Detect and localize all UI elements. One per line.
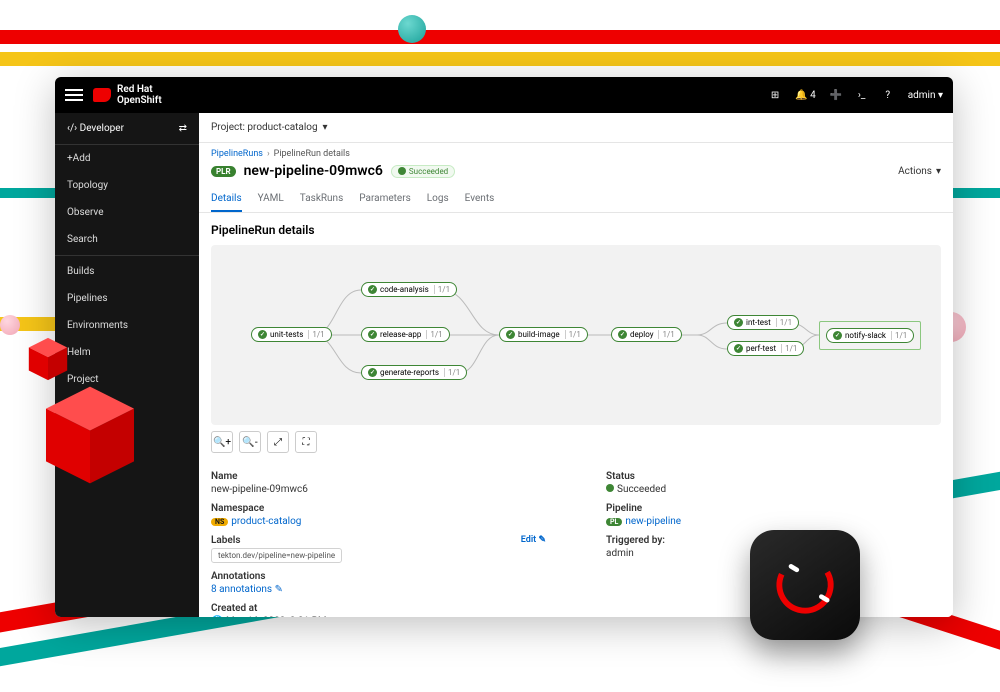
section-title: PipelineRun details — [211, 223, 941, 237]
notifications-button[interactable]: 🔔 4 — [795, 90, 816, 101]
task-node-build-image[interactable]: ✓build-image1/1 — [499, 327, 588, 342]
tab-parameters[interactable]: Parameters — [359, 187, 411, 212]
namespace-link[interactable]: product-catalog — [231, 516, 301, 527]
task-node-code-analysis[interactable]: ✓code-analysis1/1 — [361, 282, 457, 297]
labels-label: LabelsEdit ✎ — [211, 535, 546, 546]
pipeline-label: Pipeline — [606, 503, 941, 514]
perspective-switcher[interactable]: ‹/› Developer⇄ — [55, 113, 199, 145]
tab-details[interactable]: Details — [211, 187, 242, 212]
brand-line2: OpenShift — [117, 95, 162, 106]
breadcrumb: PipelineRuns›PipelineRun details — [199, 143, 953, 159]
status-pill: Succeeded — [391, 165, 455, 178]
terminal-icon[interactable]: ›_ — [856, 89, 868, 101]
zoom-out-button[interactable]: 🔍- — [239, 431, 261, 453]
globe-icon: 🌐 — [211, 616, 223, 617]
task-node-unit-tests[interactable]: ✓unit-tests1/1 — [251, 327, 332, 342]
task-node-perf-test[interactable]: ✓perf-test1/1 — [727, 341, 804, 356]
pipeline-graph[interactable]: ✓unit-tests1/1 ✓code-analysis1/1 ✓releas… — [211, 245, 941, 425]
task-node-release-app[interactable]: ✓release-app1/1 — [361, 327, 450, 342]
brand-logo: Red HatOpenShift — [93, 84, 162, 106]
help-icon[interactable]: ? — [882, 89, 894, 101]
finally-group: ✓notify-slack1/1 — [819, 321, 921, 350]
labels-edit[interactable]: Edit ✎ — [521, 535, 546, 545]
pipeline-link[interactable]: new-pipeline — [625, 516, 681, 527]
name-label: Name — [211, 471, 546, 482]
brand-line1: Red Hat — [117, 84, 162, 95]
ns-badge: NS — [211, 518, 228, 526]
sidebar-item-pipelines[interactable]: Pipelines — [55, 285, 199, 312]
annotations-edit-icon[interactable]: ✎ — [275, 584, 283, 595]
user-menu[interactable]: admin ▾ — [908, 90, 943, 101]
createdat-label: Created at — [211, 603, 546, 614]
sidebar-item-builds[interactable]: Builds — [55, 258, 199, 285]
sidebar: ‹/› Developer⇄ +Add Topology Observe Sea… — [55, 113, 199, 617]
tab-taskruns[interactable]: TaskRuns — [300, 187, 343, 212]
zoom-toolbar: 🔍+ 🔍- ⤢ ⛶ — [211, 431, 941, 453]
pl-badge: PL — [606, 518, 622, 526]
add-icon[interactable]: ➕ — [830, 89, 842, 101]
task-node-int-test[interactable]: ✓int-test1/1 — [727, 315, 799, 330]
sidebar-item-add[interactable]: +Add — [55, 145, 199, 172]
label-chip: tekton.dev/pipeline=new-pipeline — [211, 548, 342, 563]
tabs: Details YAML TaskRuns Parameters Logs Ev… — [199, 187, 953, 213]
sidebar-item-search[interactable]: Search — [55, 226, 199, 253]
task-node-deploy[interactable]: ✓deploy1/1 — [611, 327, 682, 342]
tab-yaml[interactable]: YAML — [258, 187, 284, 212]
resource-badge: PLR — [211, 166, 236, 177]
tab-logs[interactable]: Logs — [427, 187, 449, 212]
createdat-value: May 16, 2023, 3:01 PM — [226, 616, 327, 617]
task-node-generate-reports[interactable]: ✓generate-reports1/1 — [361, 365, 467, 380]
actions-menu[interactable]: Actions ▾ — [898, 166, 941, 177]
annotations-link[interactable]: 8 annotations — [211, 584, 272, 595]
fit-screen-button[interactable]: ⤢ — [267, 431, 289, 453]
openshift-app-icon — [750, 530, 860, 640]
apps-icon[interactable]: ⊞ — [769, 89, 781, 101]
annotations-label: Annotations — [211, 571, 546, 582]
sidebar-item-topology[interactable]: Topology — [55, 172, 199, 199]
name-value: new-pipeline-09mwc6 — [211, 484, 546, 495]
menu-toggle-icon[interactable] — [65, 89, 83, 101]
status-label: Status — [606, 471, 941, 482]
namespace-label: Namespace — [211, 503, 546, 514]
sidebar-item-observe[interactable]: Observe — [55, 199, 199, 226]
reset-view-button[interactable]: ⛶ — [295, 431, 317, 453]
project-bar[interactable]: Project: product-catalog ▾ — [199, 113, 953, 143]
task-node-notify-slack[interactable]: ✓notify-slack1/1 — [826, 328, 914, 343]
sidebar-item-helm[interactable]: Helm — [55, 339, 199, 366]
status-value: Succeeded — [606, 484, 941, 495]
tab-events[interactable]: Events — [465, 187, 495, 212]
page-title: new-pipeline-09mwc6 — [244, 163, 383, 179]
zoom-in-button[interactable]: 🔍+ — [211, 431, 233, 453]
masthead: Red HatOpenShift ⊞ 🔔 4 ➕ ›_ ? admin ▾ — [55, 77, 953, 113]
sidebar-item-environments[interactable]: Environments — [55, 312, 199, 339]
breadcrumb-root[interactable]: PipelineRuns — [211, 149, 263, 159]
breadcrumb-current: PipelineRun details — [274, 149, 350, 159]
